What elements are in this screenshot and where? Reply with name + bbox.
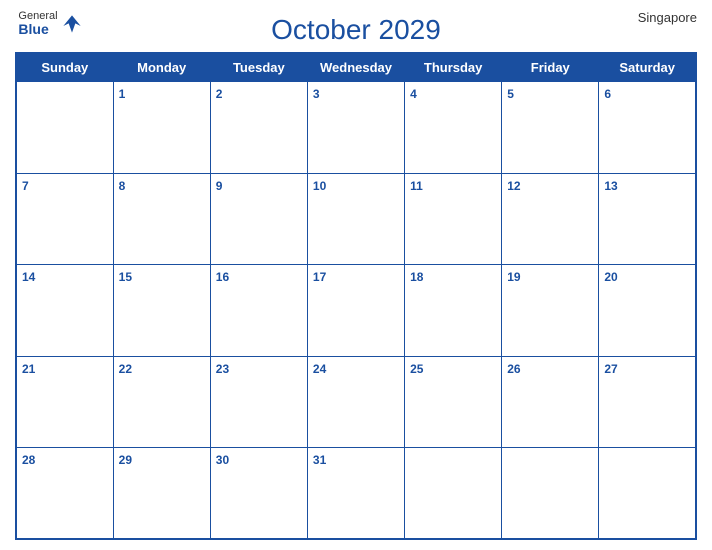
date-number: 31 xyxy=(313,453,326,467)
calendar-week-row: 7 8 9 10 11 12 13 xyxy=(16,173,696,265)
date-number: 28 xyxy=(22,453,35,467)
date-number: 6 xyxy=(604,87,611,101)
col-friday: Friday xyxy=(502,53,599,82)
date-number: 5 xyxy=(507,87,514,101)
calendar-day-cell: 21 xyxy=(16,356,113,448)
date-number: 7 xyxy=(22,179,29,193)
calendar-day-cell: 2 xyxy=(210,82,307,174)
country-label: Singapore xyxy=(638,10,697,25)
date-number: 17 xyxy=(313,270,326,284)
date-number: 12 xyxy=(507,179,520,193)
calendar-day-cell: 8 xyxy=(113,173,210,265)
calendar-day-cell: 24 xyxy=(307,356,404,448)
calendar-day-cell: 6 xyxy=(599,82,696,174)
date-number: 15 xyxy=(119,270,132,284)
date-number: 18 xyxy=(410,270,423,284)
col-monday: Monday xyxy=(113,53,210,82)
logo-bird-icon xyxy=(62,14,82,34)
calendar-day-cell xyxy=(405,448,502,540)
calendar-day-cell: 3 xyxy=(307,82,404,174)
header: General Blue October 2029 Singapore xyxy=(15,10,697,46)
date-number: 11 xyxy=(410,179,423,193)
date-number: 19 xyxy=(507,270,520,284)
calendar-day-cell: 12 xyxy=(502,173,599,265)
date-number: 9 xyxy=(216,179,223,193)
calendar-day-cell: 14 xyxy=(16,265,113,357)
calendar-day-cell: 9 xyxy=(210,173,307,265)
col-saturday: Saturday xyxy=(599,53,696,82)
calendar-day-cell: 13 xyxy=(599,173,696,265)
calendar-day-cell: 7 xyxy=(16,173,113,265)
date-number: 14 xyxy=(22,270,35,284)
date-number: 21 xyxy=(22,362,35,376)
date-number: 25 xyxy=(410,362,423,376)
date-number: 3 xyxy=(313,87,320,101)
calendar-day-cell: 4 xyxy=(405,82,502,174)
calendar-day-cell: 29 xyxy=(113,448,210,540)
calendar-day-cell xyxy=(16,82,113,174)
calendar-day-cell: 22 xyxy=(113,356,210,448)
calendar-day-cell: 11 xyxy=(405,173,502,265)
calendar-day-cell: 27 xyxy=(599,356,696,448)
date-number: 27 xyxy=(604,362,617,376)
date-number: 20 xyxy=(604,270,617,284)
calendar-day-cell: 19 xyxy=(502,265,599,357)
date-number: 29 xyxy=(119,453,132,467)
calendar-table: Sunday Monday Tuesday Wednesday Thursday… xyxy=(15,52,697,540)
date-number: 26 xyxy=(507,362,520,376)
date-number: 30 xyxy=(216,453,229,467)
calendar-title: October 2029 xyxy=(271,14,441,46)
calendar-day-cell: 18 xyxy=(405,265,502,357)
calendar-day-cell: 16 xyxy=(210,265,307,357)
calendar-day-cell: 20 xyxy=(599,265,696,357)
date-number: 13 xyxy=(604,179,617,193)
calendar-day-cell xyxy=(599,448,696,540)
calendar-day-cell: 17 xyxy=(307,265,404,357)
date-number: 2 xyxy=(216,87,223,101)
logo: General Blue xyxy=(15,10,85,37)
calendar-week-row: 1 2 3 4 5 6 xyxy=(16,82,696,174)
calendar-day-cell: 23 xyxy=(210,356,307,448)
calendar-day-cell: 26 xyxy=(502,356,599,448)
logo-blue: Blue xyxy=(18,22,57,37)
col-sunday: Sunday xyxy=(16,53,113,82)
date-number: 23 xyxy=(216,362,229,376)
calendar-day-cell: 25 xyxy=(405,356,502,448)
col-wednesday: Wednesday xyxy=(307,53,404,82)
date-number: 10 xyxy=(313,179,326,193)
calendar-week-row: 28 29 30 31 xyxy=(16,448,696,540)
calendar-day-cell: 28 xyxy=(16,448,113,540)
date-number: 24 xyxy=(313,362,326,376)
calendar-day-cell: 30 xyxy=(210,448,307,540)
calendar-day-cell: 5 xyxy=(502,82,599,174)
calendar-day-cell: 1 xyxy=(113,82,210,174)
date-number: 4 xyxy=(410,87,417,101)
calendar-day-cell: 31 xyxy=(307,448,404,540)
date-number: 22 xyxy=(119,362,132,376)
calendar-day-cell: 10 xyxy=(307,173,404,265)
col-tuesday: Tuesday xyxy=(210,53,307,82)
date-number: 1 xyxy=(119,87,126,101)
calendar-day-cell xyxy=(502,448,599,540)
date-number: 8 xyxy=(119,179,126,193)
date-number: 16 xyxy=(216,270,229,284)
days-of-week-row: Sunday Monday Tuesday Wednesday Thursday… xyxy=(16,53,696,82)
calendar-day-cell: 15 xyxy=(113,265,210,357)
calendar-week-row: 14 15 16 17 18 19 20 xyxy=(16,265,696,357)
calendar-week-row: 21 22 23 24 25 26 27 xyxy=(16,356,696,448)
col-thursday: Thursday xyxy=(405,53,502,82)
